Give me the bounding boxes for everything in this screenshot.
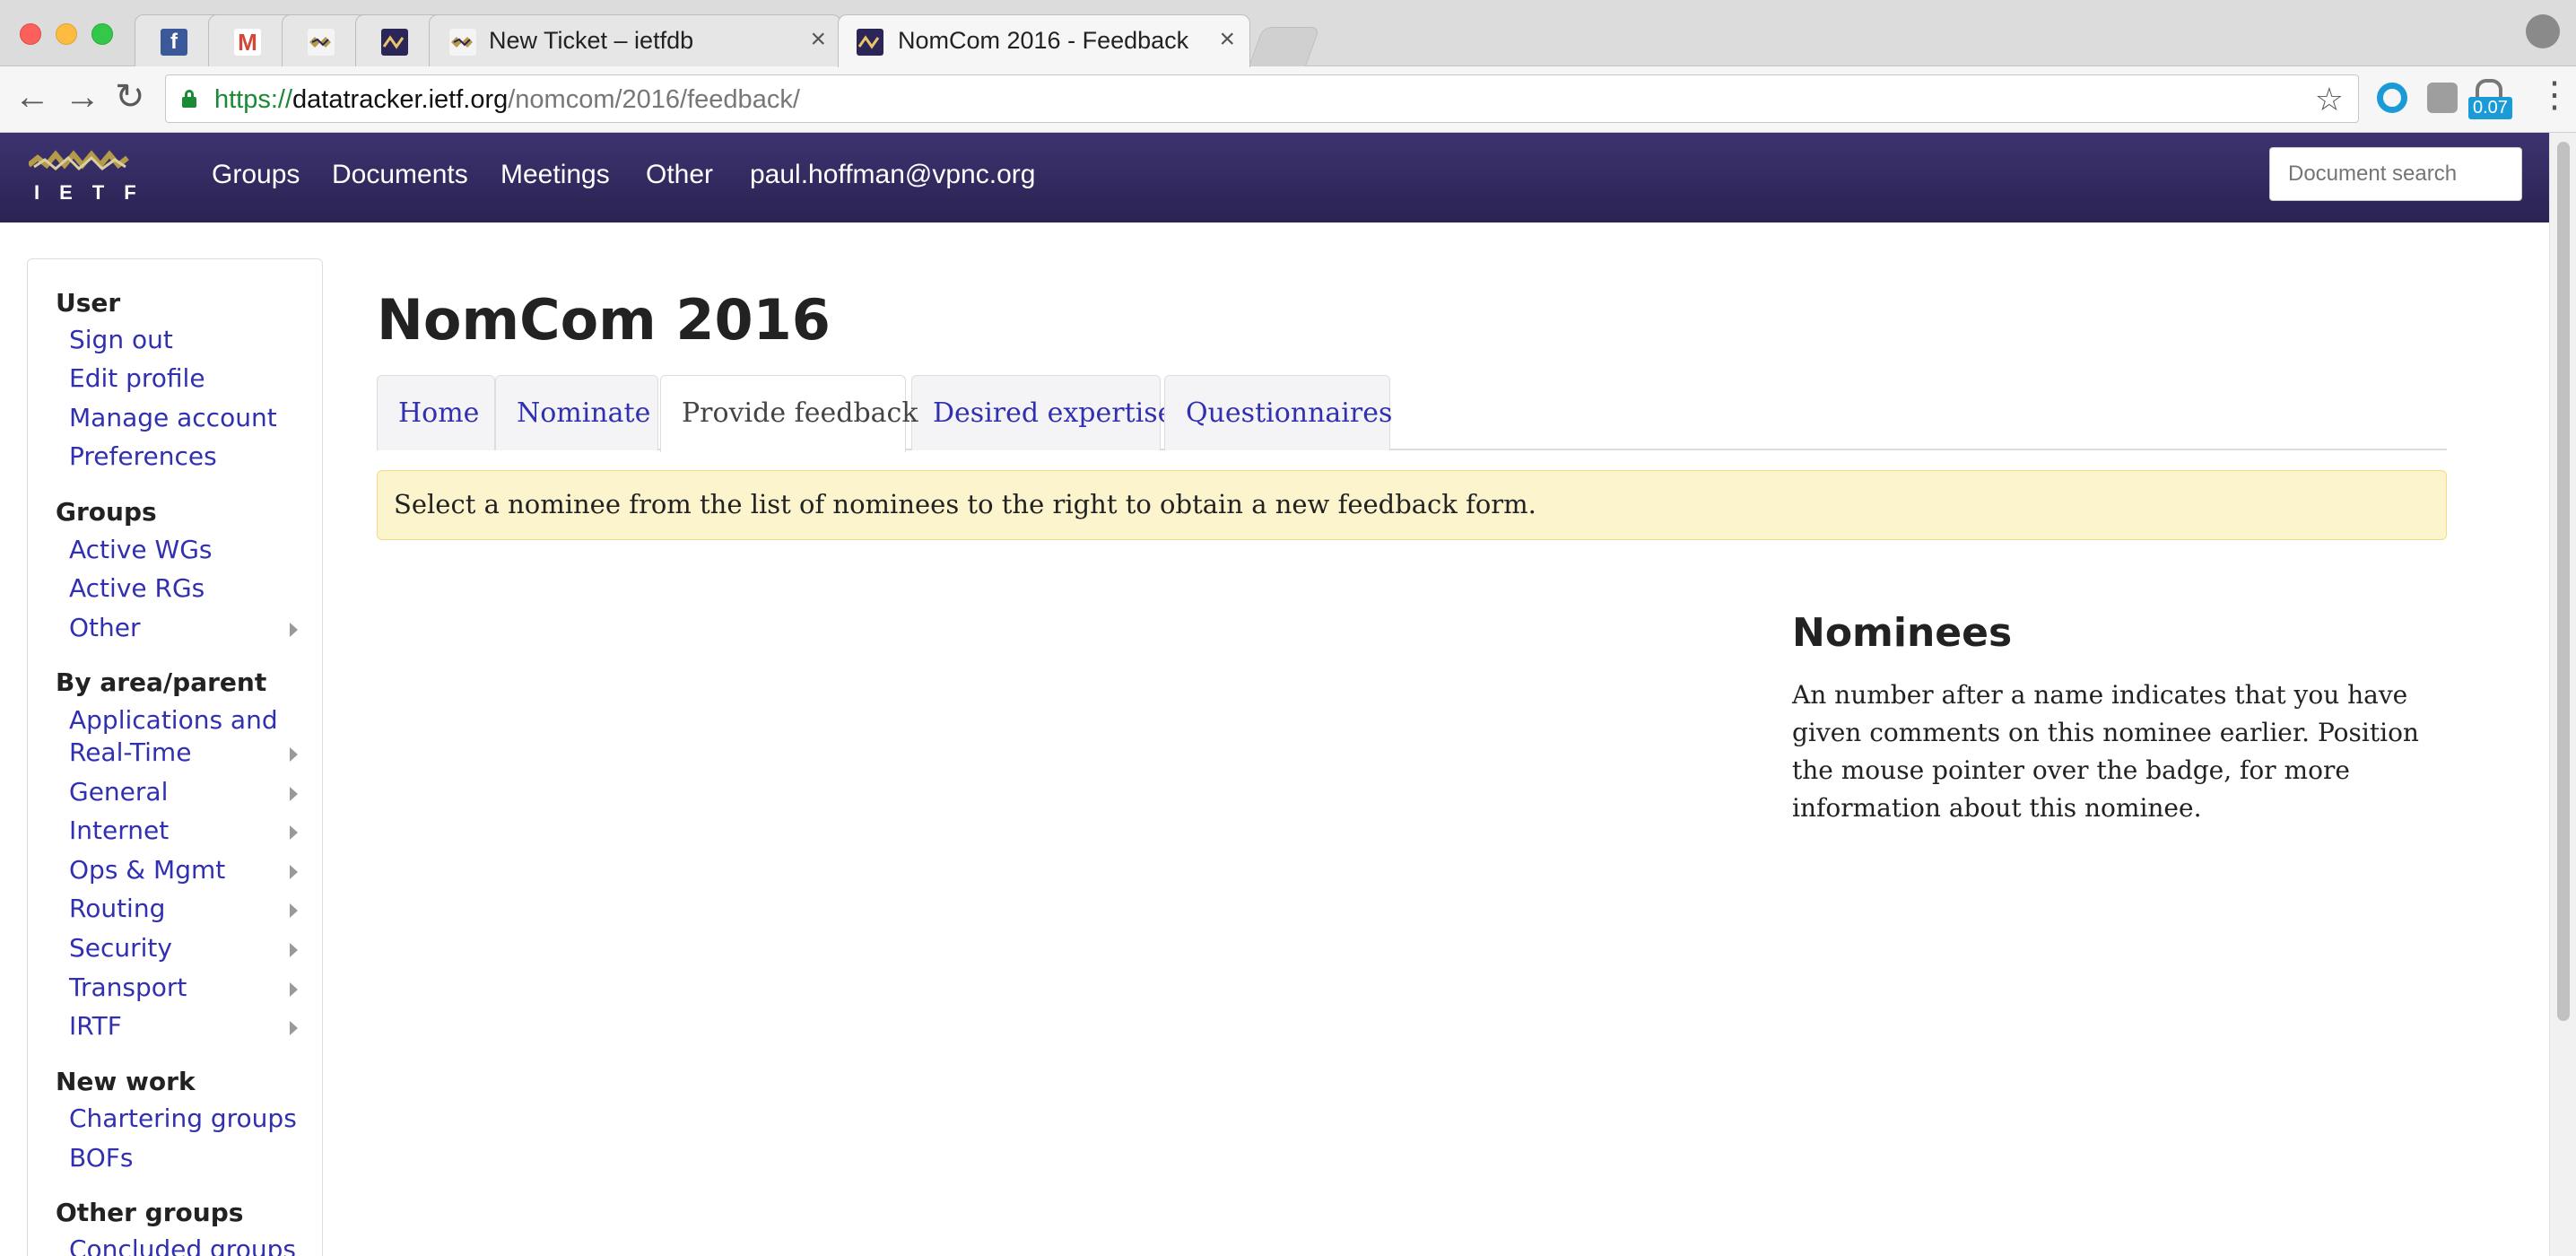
url-text[interactable]: https://datatracker.ietf.org/nomcom/2016… <box>214 85 800 115</box>
sidebar-heading-groups: Groups <box>56 497 157 527</box>
sidebar-item-manage-account[interactable]: Manage account <box>69 402 277 434</box>
sidebar-item-applications-line2[interactable]: Real-Time <box>69 737 191 769</box>
caret-right-icon <box>290 982 298 997</box>
gmail-icon: M <box>234 29 261 56</box>
tab-nominate[interactable]: Nominate <box>495 375 658 450</box>
sidebar-item-other[interactable]: Other <box>69 612 141 644</box>
forward-icon[interactable]: → <box>65 79 100 115</box>
extension-circle-icon[interactable] <box>2377 83 2407 113</box>
address-bar[interactable]: https://datatracker.ietf.org/nomcom/2016… <box>165 74 2359 123</box>
caret-right-icon <box>290 825 298 840</box>
info-alert: Select a nominee from the list of nomine… <box>377 470 2447 540</box>
extension-square-icon[interactable] <box>2427 83 2458 113</box>
tab-provide-feedback[interactable]: Provide feedback <box>660 375 918 452</box>
ietf-logo-mark <box>27 150 129 171</box>
sidebar-item-applications[interactable]: Applications and <box>69 704 278 737</box>
site-navbar: IETF Groups Documents Meetings Other pau… <box>0 133 2549 222</box>
caret-right-icon <box>290 903 298 918</box>
tab-home[interactable]: Home <box>377 375 495 450</box>
sidebar-item-general[interactable]: General <box>69 776 168 808</box>
lock-icon <box>182 90 196 108</box>
sidebar-item-edit-profile[interactable]: Edit profile <box>69 362 205 395</box>
document-search-input[interactable] <box>2269 147 2522 201</box>
window-close-button[interactable] <box>20 23 41 45</box>
sidebar-item-concluded-groups[interactable]: Concluded groups <box>69 1234 296 1256</box>
nav-other[interactable]: Other <box>646 160 713 190</box>
sidebar-item-routing[interactable]: Routing <box>69 893 165 925</box>
sidebar-heading-by-area: By area/parent <box>56 667 267 697</box>
sidebar-item-transport[interactable]: Transport <box>69 972 187 1004</box>
url-scheme: https:// <box>214 85 293 114</box>
sidebar-heading-user: User <box>56 288 121 318</box>
url-host: datatracker.ietf.org <box>292 85 509 114</box>
page-scrollbar[interactable] <box>2549 133 2576 1256</box>
browser-tabstrip: f M New Ticket – ietfdb × NomCom 2016 - … <box>0 0 2576 67</box>
tab-close-icon[interactable]: × <box>810 24 826 55</box>
back-icon[interactable]: ← <box>14 79 50 115</box>
caret-right-icon <box>290 865 298 879</box>
nav-documents[interactable]: Documents <box>332 160 468 190</box>
scrollbar-thumb[interactable] <box>2557 142 2570 1021</box>
browser-tab-new-ticket[interactable]: New Ticket – ietfdb × <box>429 14 841 66</box>
caret-right-icon <box>290 943 298 957</box>
profile-icon[interactable] <box>2526 14 2560 48</box>
nav-groups[interactable]: Groups <box>212 160 300 190</box>
nominees-heading: Nominees <box>1792 610 2013 656</box>
new-tab-button[interactable] <box>1248 27 1321 66</box>
datatracker-icon <box>857 29 883 56</box>
extension-badge: 0.07 <box>2468 97 2512 119</box>
caret-right-icon <box>290 747 298 762</box>
browser-menu-icon[interactable]: ⋮ <box>2537 77 2572 113</box>
browser-toolbar: ← → ↻ https://datatracker.ietf.org/nomco… <box>0 66 2576 133</box>
caret-right-icon <box>290 1021 298 1035</box>
browser-tab-nomcom-feedback[interactable]: NomCom 2016 - Feedback × <box>838 14 1250 67</box>
sidebar-item-bofs[interactable]: BOFs <box>69 1142 133 1174</box>
ietf-icon <box>449 29 476 56</box>
window-minimize-button[interactable] <box>56 23 77 45</box>
logo-text: IETF <box>34 181 156 204</box>
nav-meetings[interactable]: Meetings <box>500 160 610 190</box>
facebook-icon: f <box>161 29 187 56</box>
bookmark-star-icon[interactable]: ☆ <box>2315 81 2344 118</box>
tab-desired-expertise[interactable]: Desired expertise <box>911 375 1173 450</box>
datatracker-icon <box>381 29 408 56</box>
tab-close-icon[interactable]: × <box>1219 24 1235 55</box>
sidebar-item-irtf[interactable]: IRTF <box>69 1010 122 1042</box>
nav-user-email[interactable]: paul.hoffman@vpnc.org <box>750 160 1035 190</box>
url-path: /nomcom/2016/feedback/ <box>508 85 800 114</box>
sidebar-heading-new-work: New work <box>56 1067 196 1096</box>
sidebar-item-security[interactable]: Security <box>69 932 172 964</box>
sidebar: User Sign out Edit profile Manage accoun… <box>27 258 323 1256</box>
tab-questionnaires[interactable]: Questionnaires <box>1164 375 1392 450</box>
sidebar-item-ops-mgmt[interactable]: Ops & Mgmt <box>69 854 225 886</box>
sidebar-item-active-rgs[interactable]: Active RGs <box>69 572 205 605</box>
caret-right-icon <box>290 623 298 637</box>
tab-title: New Ticket – ietfdb <box>489 27 694 54</box>
nominees-description: An number after a name indicates that yo… <box>1792 680 2419 823</box>
ietf-icon <box>308 29 335 56</box>
caret-right-icon <box>290 787 298 801</box>
tab-title: NomCom 2016 - Feedback <box>898 27 1189 54</box>
sidebar-item-preferences[interactable]: Preferences <box>69 440 217 473</box>
ietf-logo[interactable]: IETF <box>27 145 136 210</box>
page-title: NomCom 2016 <box>377 287 831 353</box>
sidebar-item-internet[interactable]: Internet <box>69 815 169 847</box>
sidebar-item-active-wgs[interactable]: Active WGs <box>69 534 212 566</box>
sidebar-item-chartering-groups[interactable]: Chartering groups <box>69 1103 297 1135</box>
window-maximize-button[interactable] <box>91 23 113 45</box>
sidebar-heading-other-groups: Other groups <box>56 1198 244 1227</box>
sidebar-item-sign-out[interactable]: Sign out <box>69 324 173 356</box>
reload-icon[interactable]: ↻ <box>115 79 145 115</box>
